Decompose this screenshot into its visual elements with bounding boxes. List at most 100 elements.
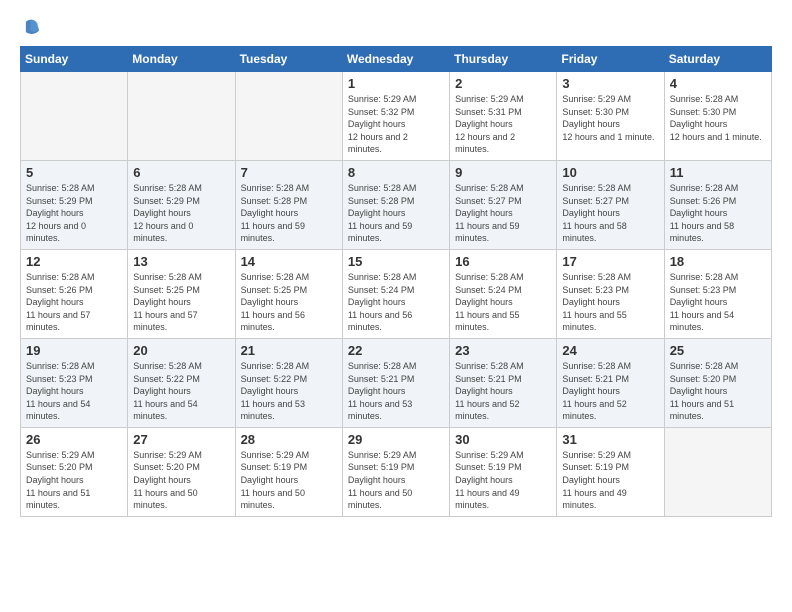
day-number: 6 (133, 165, 229, 180)
day-info: Sunrise: 5:28 AMSunset: 5:26 PMDaylight … (26, 271, 122, 334)
calendar-cell: 27 Sunrise: 5:29 AMSunset: 5:20 PMDayligh… (128, 427, 235, 516)
day-info: Sunrise: 5:28 AMSunset: 5:23 PMDaylight … (562, 271, 658, 334)
calendar-cell: 11 Sunrise: 5:28 AMSunset: 5:26 PMDayligh… (664, 160, 771, 249)
day-number: 21 (241, 343, 337, 358)
calendar-cell: 10 Sunrise: 5:28 AMSunset: 5:27 PMDayligh… (557, 160, 664, 249)
calendar-cell: 26Sunrise: 5:29 AMSunset: 5:20 PMDayligh… (21, 427, 128, 516)
calendar-week-3: 12 Sunrise: 5:28 AMSunset: 5:26 PMDayligh… (21, 249, 772, 338)
day-number: 15 (348, 254, 444, 269)
calendar-cell: 19 Sunrise: 5:28 AMSunset: 5:23 PMDayligh… (21, 338, 128, 427)
calendar-cell: 4 Sunrise: 5:28 AMSunset: 5:30 PMDaylight… (664, 72, 771, 161)
day-info: Sunrise: 5:28 AMSunset: 5:25 PMDaylight … (241, 271, 337, 334)
day-info: Sunrise: 5:29 AMSunset: 5:20 PMDaylight … (26, 449, 122, 512)
day-info: Sunrise: 5:28 AMSunset: 5:27 PMDaylight … (455, 182, 551, 245)
calendar-week-2: 5Sunrise: 5:28 AMSunset: 5:29 PMDaylight… (21, 160, 772, 249)
day-header-thursday: Thursday (450, 47, 557, 72)
calendar-cell: 22 Sunrise: 5:28 AMSunset: 5:21 PMDayligh… (342, 338, 449, 427)
day-info: Sunrise: 5:28 AMSunset: 5:24 PMDaylight … (455, 271, 551, 334)
calendar-cell: 18 Sunrise: 5:28 AMSunset: 5:23 PMDayligh… (664, 249, 771, 338)
day-info: Sunrise: 5:29 AMSunset: 5:30 PMDaylight … (562, 93, 658, 143)
calendar-table: SundayMondayTuesdayWednesdayThursdayFrid… (20, 46, 772, 517)
calendar-week-1: 1 Sunrise: 5:29 AMSunset: 5:32 PMDaylight… (21, 72, 772, 161)
day-info: Sunrise: 5:28 AMSunset: 5:23 PMDaylight … (26, 360, 122, 423)
calendar-cell: 30 Sunrise: 5:29 AMSunset: 5:19 PMDayligh… (450, 427, 557, 516)
day-number: 28 (241, 432, 337, 447)
calendar-cell: 9 Sunrise: 5:28 AMSunset: 5:27 PMDaylight… (450, 160, 557, 249)
day-number: 9 (455, 165, 551, 180)
day-header-friday: Friday (557, 47, 664, 72)
calendar-cell: 5Sunrise: 5:28 AMSunset: 5:29 PMDaylight… (21, 160, 128, 249)
day-number: 10 (562, 165, 658, 180)
day-number: 7 (241, 165, 337, 180)
day-info: Sunrise: 5:29 AMSunset: 5:19 PMDaylight … (348, 449, 444, 512)
calendar-cell: 29 Sunrise: 5:29 AMSunset: 5:19 PMDayligh… (342, 427, 449, 516)
calendar-cell: 28 Sunrise: 5:29 AMSunset: 5:19 PMDayligh… (235, 427, 342, 516)
day-info: Sunrise: 5:28 AMSunset: 5:27 PMDaylight … (562, 182, 658, 245)
calendar-cell: 12 Sunrise: 5:28 AMSunset: 5:26 PMDayligh… (21, 249, 128, 338)
day-header-monday: Monday (128, 47, 235, 72)
day-header-saturday: Saturday (664, 47, 771, 72)
day-info: Sunrise: 5:28 AMSunset: 5:30 PMDaylight … (670, 93, 766, 143)
header (20, 16, 772, 38)
day-info: Sunrise: 5:28 AMSunset: 5:26 PMDaylight … (670, 182, 766, 245)
calendar-cell: 6Sunrise: 5:28 AMSunset: 5:29 PMDaylight… (128, 160, 235, 249)
calendar-cell (235, 72, 342, 161)
calendar-header-row: SundayMondayTuesdayWednesdayThursdayFrid… (21, 47, 772, 72)
calendar-cell: 13 Sunrise: 5:28 AMSunset: 5:25 PMDayligh… (128, 249, 235, 338)
day-info: Sunrise: 5:28 AMSunset: 5:28 PMDaylight … (241, 182, 337, 245)
day-number: 13 (133, 254, 229, 269)
day-info: Sunrise: 5:29 AMSunset: 5:19 PMDaylight … (562, 449, 658, 512)
calendar-cell (21, 72, 128, 161)
calendar-cell: 31Sunrise: 5:29 AMSunset: 5:19 PMDayligh… (557, 427, 664, 516)
day-number: 14 (241, 254, 337, 269)
day-number: 16 (455, 254, 551, 269)
day-number: 30 (455, 432, 551, 447)
day-number: 17 (562, 254, 658, 269)
calendar-cell: 15Sunrise: 5:28 AMSunset: 5:24 PMDayligh… (342, 249, 449, 338)
day-info: Sunrise: 5:29 AMSunset: 5:32 PMDaylight … (348, 93, 444, 156)
logo (20, 16, 46, 38)
day-info: Sunrise: 5:29 AMSunset: 5:19 PMDaylight … (241, 449, 337, 512)
calendar-cell: 3 Sunrise: 5:29 AMSunset: 5:30 PMDaylight… (557, 72, 664, 161)
day-info: Sunrise: 5:29 AMSunset: 5:19 PMDaylight … (455, 449, 551, 512)
day-number: 11 (670, 165, 766, 180)
calendar-cell: 14 Sunrise: 5:28 AMSunset: 5:25 PMDayligh… (235, 249, 342, 338)
day-number: 24 (562, 343, 658, 358)
day-info: Sunrise: 5:28 AMSunset: 5:28 PMDaylight … (348, 182, 444, 245)
calendar-cell: 20Sunrise: 5:28 AMSunset: 5:22 PMDayligh… (128, 338, 235, 427)
day-header-sunday: Sunday (21, 47, 128, 72)
day-number: 4 (670, 76, 766, 91)
day-number: 27 (133, 432, 229, 447)
day-header-wednesday: Wednesday (342, 47, 449, 72)
day-info: Sunrise: 5:29 AMSunset: 5:31 PMDaylight … (455, 93, 551, 156)
calendar-cell: 16 Sunrise: 5:28 AMSunset: 5:24 PMDayligh… (450, 249, 557, 338)
day-number: 19 (26, 343, 122, 358)
calendar-cell (664, 427, 771, 516)
day-number: 22 (348, 343, 444, 358)
calendar-cell: 24 Sunrise: 5:28 AMSunset: 5:21 PMDayligh… (557, 338, 664, 427)
day-number: 25 (670, 343, 766, 358)
day-info: Sunrise: 5:28 AMSunset: 5:23 PMDaylight … (670, 271, 766, 334)
day-number: 2 (455, 76, 551, 91)
calendar-cell: 25 Sunrise: 5:28 AMSunset: 5:20 PMDayligh… (664, 338, 771, 427)
day-number: 20 (133, 343, 229, 358)
day-info: Sunrise: 5:28 AMSunset: 5:22 PMDaylight … (241, 360, 337, 423)
day-number: 23 (455, 343, 551, 358)
calendar-cell (128, 72, 235, 161)
day-info: Sunrise: 5:28 AMSunset: 5:21 PMDaylight … (562, 360, 658, 423)
day-info: Sunrise: 5:29 AMSunset: 5:20 PMDaylight … (133, 449, 229, 512)
day-number: 18 (670, 254, 766, 269)
day-number: 5 (26, 165, 122, 180)
calendar-week-5: 26Sunrise: 5:29 AMSunset: 5:20 PMDayligh… (21, 427, 772, 516)
calendar-cell: 8Sunrise: 5:28 AMSunset: 5:28 PMDaylight… (342, 160, 449, 249)
day-number: 12 (26, 254, 122, 269)
day-header-tuesday: Tuesday (235, 47, 342, 72)
day-info: Sunrise: 5:28 AMSunset: 5:20 PMDaylight … (670, 360, 766, 423)
day-info: Sunrise: 5:28 AMSunset: 5:25 PMDaylight … (133, 271, 229, 334)
calendar-cell: 23Sunrise: 5:28 AMSunset: 5:21 PMDayligh… (450, 338, 557, 427)
calendar-cell: 1 Sunrise: 5:29 AMSunset: 5:32 PMDaylight… (342, 72, 449, 161)
day-number: 3 (562, 76, 658, 91)
day-number: 1 (348, 76, 444, 91)
day-number: 29 (348, 432, 444, 447)
day-info: Sunrise: 5:28 AMSunset: 5:21 PMDaylight … (348, 360, 444, 423)
